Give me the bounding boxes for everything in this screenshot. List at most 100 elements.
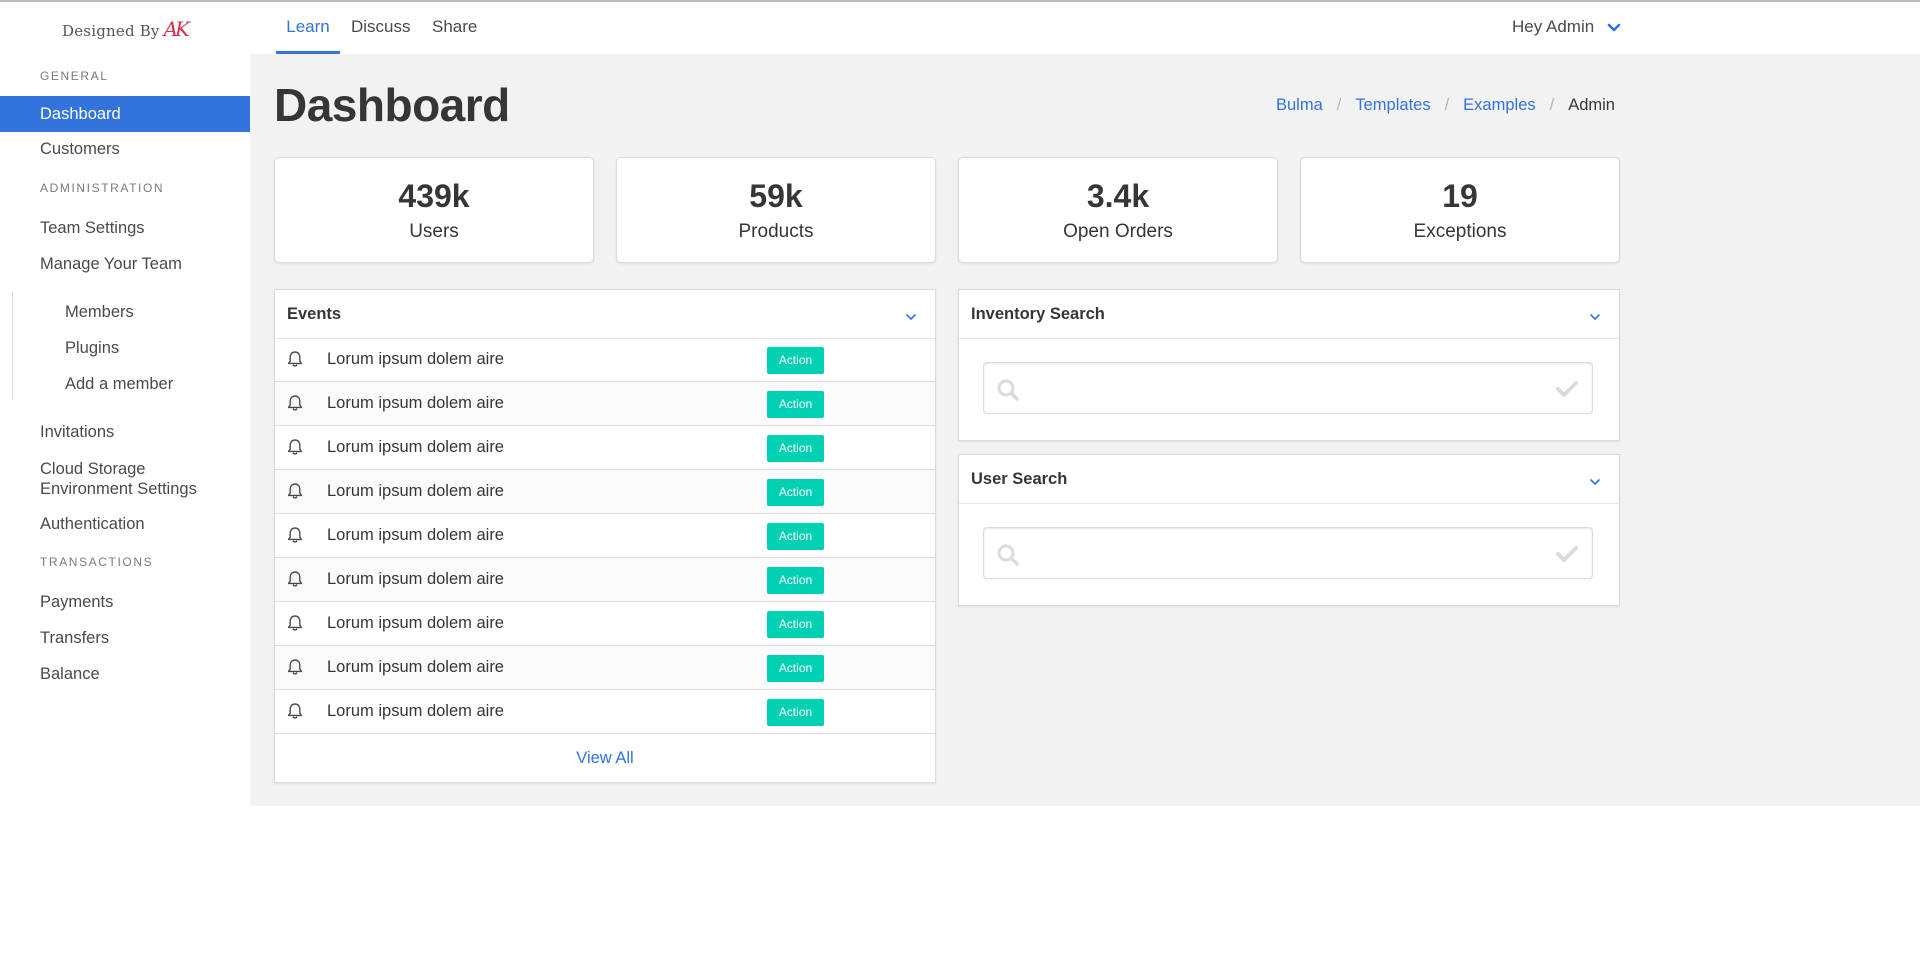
event-text: Lorum ipsum dolem aire [327, 614, 504, 632]
sidebar-item-invitations[interactable]: Invitations [0, 423, 250, 442]
breadcrumb: Bulma / Templates / Examples / Admin [1276, 96, 1615, 115]
table-row: Lorum ipsum dolem aire Action [275, 470, 935, 514]
brand-text: Designed By [62, 22, 160, 40]
action-button[interactable]: Action [767, 611, 824, 638]
stat-tile-products: 59k Products [616, 157, 936, 263]
event-text: Lorum ipsum dolem aire [327, 482, 504, 500]
sidebar-item-transfers[interactable]: Transfers [0, 629, 250, 648]
menu-label-general: General [40, 69, 109, 83]
inventory-search-title: Inventory Search [971, 305, 1105, 323]
main-content: Dashboard Bulma / Templates / Examples /… [250, 54, 1920, 806]
event-text: Lorum ipsum dolem aire [327, 526, 504, 544]
action-button[interactable]: Action [767, 523, 824, 550]
chevron-down-icon [1607, 3, 1621, 53]
nav-link-share[interactable]: Share [432, 2, 477, 54]
breadcrumb-current-admin: Admin [1568, 96, 1615, 114]
stat-label: Exceptions [1413, 221, 1507, 242]
bell-icon [287, 658, 303, 681]
table-row: Lorum ipsum dolem aire Action [275, 514, 935, 558]
action-button[interactable]: Action [767, 347, 824, 374]
sidebar-item-manage-team[interactable]: Manage Your Team [0, 255, 250, 274]
table-row: Lorum ipsum dolem aire Action [275, 690, 935, 734]
sidebar-item-cloud-storage[interactable]: Cloud Storage Environment Settings [0, 459, 230, 499]
submenu-divider [12, 292, 13, 400]
sidebar-item-dashboard[interactable]: Dashboard [0, 96, 250, 132]
sidebar-item-add-member[interactable]: Add a member [65, 375, 173, 394]
stat-label: Products [738, 221, 814, 242]
bell-icon [287, 482, 303, 505]
view-all-link[interactable]: View All [275, 734, 935, 782]
stat-value: 19 [1442, 178, 1478, 214]
sidebar-menu: General Dashboard Customers Administrati… [0, 54, 250, 980]
user-menu-label: Hey Admin [1512, 17, 1595, 36]
page-title: Dashboard [274, 79, 510, 131]
table-row: Lorum ipsum dolem aire Action [275, 426, 935, 470]
event-text: Lorum ipsum dolem aire [327, 350, 504, 368]
sidebar-item-balance[interactable]: Balance [0, 665, 250, 684]
events-card-title: Events [287, 305, 342, 323]
breadcrumb-separator: / [1444, 96, 1450, 114]
breadcrumb-link-bulma[interactable]: Bulma [1276, 96, 1323, 115]
stat-tile-users: 439k Users [274, 157, 594, 263]
menu-label-administration: Administration [40, 181, 165, 195]
user-menu-dropdown[interactable]: Hey Admin [1512, 2, 1621, 54]
event-text: Lorum ipsum dolem aire [327, 394, 504, 412]
sidebar-item-authentication[interactable]: Authentication [0, 515, 250, 534]
table-row: Lorum ipsum dolem aire Action [275, 338, 935, 382]
stat-value: 439k [398, 178, 470, 214]
sidebar-item-customers[interactable]: Customers [0, 140, 250, 159]
bell-icon [287, 614, 303, 637]
bell-icon [287, 702, 303, 725]
action-button[interactable]: Action [767, 435, 824, 462]
action-button[interactable]: Action [767, 567, 824, 594]
stat-label: Open Orders [1063, 221, 1173, 242]
check-icon [1556, 545, 1578, 568]
chevron-down-icon[interactable] [1589, 473, 1601, 491]
breadcrumb-separator: / [1336, 96, 1342, 114]
inventory-search-card: Inventory Search [958, 289, 1620, 441]
nav-link-learn[interactable]: Learn [276, 2, 340, 54]
brand-logo[interactable]: Designed By AK [62, 17, 190, 41]
events-card-header[interactable]: Events [275, 290, 935, 339]
bell-icon [287, 438, 303, 461]
event-text: Lorum ipsum dolem aire [327, 570, 504, 588]
table-row: Lorum ipsum dolem aire Action [275, 646, 935, 690]
stat-value: 59k [749, 178, 803, 214]
chevron-down-icon[interactable] [1589, 308, 1601, 326]
action-button[interactable]: Action [767, 699, 824, 726]
top-navbar: Designed By AK Learn Discuss Share Hey Ad… [0, 2, 1920, 54]
breadcrumb-link-examples[interactable]: Examples [1463, 96, 1535, 115]
nav-link-discuss[interactable]: Discuss [351, 2, 411, 54]
events-card: Events Lorum ipsum dolem aire Action Lorum… [274, 289, 936, 783]
chevron-down-icon[interactable] [905, 308, 917, 326]
inventory-search-input[interactable] [1032, 371, 1536, 407]
sidebar-item-payments[interactable]: Payments [0, 593, 250, 612]
event-text: Lorum ipsum dolem aire [327, 438, 504, 456]
brand-ak-mark: AK [163, 17, 190, 41]
event-text: Lorum ipsum dolem aire [327, 702, 504, 720]
action-button[interactable]: Action [767, 655, 824, 682]
inventory-search-field[interactable] [983, 362, 1593, 414]
bell-icon [287, 526, 303, 549]
check-icon [1556, 380, 1578, 403]
user-search-header[interactable]: User Search [959, 455, 1619, 504]
sidebar-item-team-settings[interactable]: Team Settings [0, 219, 250, 238]
bell-icon [287, 394, 303, 417]
user-search-field[interactable] [983, 527, 1593, 579]
user-search-title: User Search [971, 470, 1068, 488]
sidebar-item-plugins[interactable]: Plugins [65, 339, 119, 358]
action-button[interactable]: Action [767, 479, 824, 506]
breadcrumb-link-templates[interactable]: Templates [1355, 96, 1430, 115]
event-text: Lorum ipsum dolem aire [327, 658, 504, 676]
user-search-card: User Search [958, 454, 1620, 606]
action-button[interactable]: Action [767, 391, 824, 418]
menu-label-transactions: Transactions [40, 555, 154, 569]
user-search-input[interactable] [1032, 536, 1536, 572]
bell-icon [287, 570, 303, 593]
table-row: Lorum ipsum dolem aire Action [275, 558, 935, 602]
sidebar-item-members[interactable]: Members [65, 303, 134, 322]
stat-tile-open-orders: 3.4k Open Orders [958, 157, 1278, 263]
search-icon [996, 543, 1020, 572]
inventory-search-header[interactable]: Inventory Search [959, 290, 1619, 339]
stat-label: Users [409, 221, 459, 242]
